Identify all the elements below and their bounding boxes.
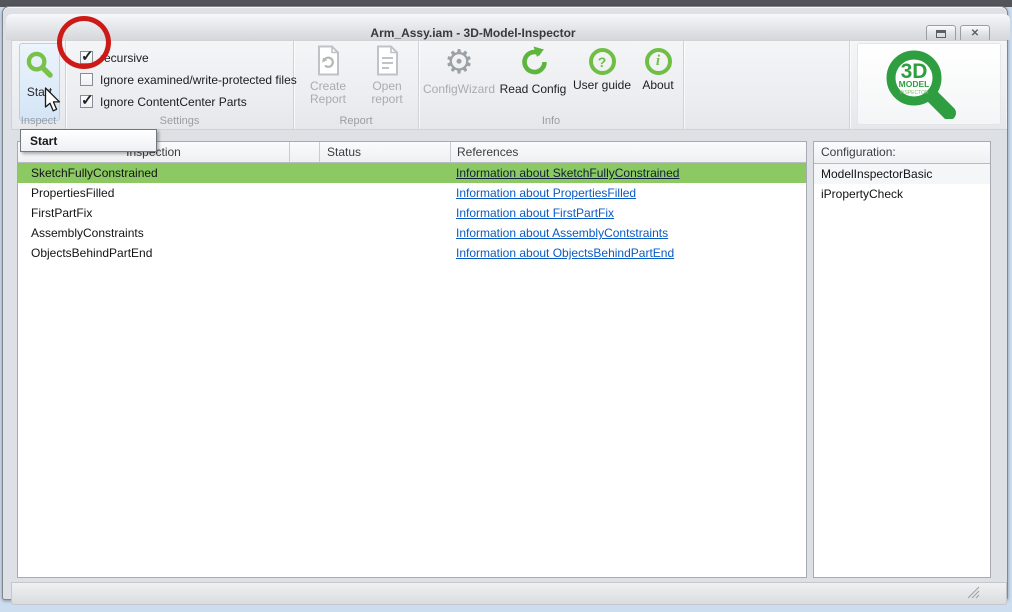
table-row[interactable]: FirstPartFix Information about FirstPart…: [18, 203, 806, 223]
row-reference-cell: Information about ObjectsBehindPartEnd: [450, 246, 806, 260]
checkbox-ignore-contentcenter[interactable]: ✓ Ignore ContentCenter Parts: [80, 92, 247, 109]
group-label-info: Info: [541, 115, 561, 127]
checkbox-box: ✓: [80, 73, 93, 86]
row-reference-cell: Information about FirstPartFix: [450, 206, 806, 220]
question-glyph: ?: [597, 53, 607, 70]
table-row[interactable]: PropertiesFilled Information about Prope…: [18, 183, 806, 203]
table-row[interactable]: ObjectsBehindPartEnd Information about O…: [18, 243, 806, 263]
screen: Arm_Assy.iam - 3D-Model-Inspector ✕ Star…: [0, 0, 1012, 612]
help-icon: ?: [588, 48, 616, 75]
restore-icon: [936, 29, 946, 38]
logo-text-model: MODEL: [899, 79, 930, 89]
info-icon: i: [644, 48, 672, 75]
list-item-configuration[interactable]: ModelInspectorBasic: [814, 164, 990, 184]
table-row[interactable]: AssemblyConstraints Information about As…: [18, 223, 806, 243]
open-report-label: Open report: [371, 79, 403, 106]
configwizard-label: ConfigWizard: [422, 82, 496, 96]
ribbon-group-report: Create Report Open report Report: [294, 41, 419, 129]
column-header-status[interactable]: Status: [319, 142, 450, 162]
column-header-references[interactable]: References: [450, 142, 806, 162]
about-button[interactable]: i About: [635, 45, 681, 92]
row-reference-cell: Information about SketchFullyConstrained: [450, 166, 806, 180]
status-bar: [11, 582, 1007, 605]
window-title: Arm_Assy.iam - 3D-Model-Inspector: [370, 26, 576, 40]
read-config-button[interactable]: Read Config: [498, 45, 568, 96]
magnifier-icon: [26, 51, 53, 78]
reference-link[interactable]: Information about PropertiesFilled: [456, 186, 636, 200]
user-guide-button[interactable]: ? User guide: [571, 45, 633, 92]
row-name: PropertiesFilled: [31, 186, 115, 200]
close-icon: ✕: [970, 28, 980, 39]
group-label-inspect: Inspect: [20, 115, 57, 127]
app-logo: 3D MODEL INSPECTOR: [858, 44, 1000, 124]
row-reference-cell: Information about AssemblyContstraints: [450, 226, 806, 240]
checkbox-label: Ignore ContentCenter Parts: [100, 94, 247, 109]
checkbox-label: Ignore examined/write-protected files: [100, 72, 297, 87]
create-report-icon: [317, 45, 339, 76]
info-glyph: i: [655, 53, 661, 69]
about-label: About: [642, 78, 674, 92]
annotation-circle: [57, 16, 111, 69]
create-report-label: Create Report: [309, 79, 347, 106]
ribbon-group-inspect: Start Inspect: [12, 41, 66, 129]
row-name: ObjectsBehindPartEnd: [31, 246, 153, 260]
app-window: Arm_Assy.iam - 3D-Model-Inspector ✕ Star…: [2, 6, 1010, 605]
configuration-panel: Configuration: ModelInspectorBasic iProp…: [813, 141, 991, 578]
row-name: SketchFullyConstrained: [31, 166, 158, 180]
checkbox-ignore-examined[interactable]: ✓ Ignore examined/write-protected files: [80, 72, 297, 87]
logo-magnifier-icon: 3D MODEL INSPECTOR: [886, 50, 956, 119]
row-name: FirstPartFix: [31, 206, 93, 220]
logo-text-inspector: INSPECTOR: [899, 90, 928, 96]
user-guide-label: User guide: [572, 78, 632, 92]
configuration-header: Configuration:: [814, 142, 990, 164]
tooltip-start: Start: [20, 129, 157, 152]
column-header-spacer[interactable]: [289, 142, 319, 162]
list-item-configuration[interactable]: iPropertyCheck: [814, 184, 990, 204]
reference-link[interactable]: Information about AssemblyContstraints: [456, 226, 668, 240]
ribbon-logo-area: 3D MODEL INSPECTOR: [850, 41, 1006, 129]
mouse-cursor: [44, 87, 61, 112]
create-report-button[interactable]: Create Report: [302, 45, 354, 106]
ribbon: Start Inspect ✓ recursive ✓ Ignore exami…: [11, 40, 1007, 130]
resize-grip[interactable]: [967, 586, 980, 599]
ribbon-group-info: ⚙ ConfigWizard Read Config ? User guide …: [419, 41, 684, 129]
open-report-button[interactable]: Open report: [356, 45, 418, 106]
ribbon-spacer: [684, 41, 850, 129]
group-label-settings: Settings: [159, 115, 200, 127]
configwizard-button[interactable]: ⚙ ConfigWizard: [423, 45, 495, 96]
title-bar[interactable]: Arm_Assy.iam - 3D-Model-Inspector ✕: [6, 14, 1010, 42]
open-report-icon: [376, 45, 398, 76]
row-name: AssemblyConstraints: [31, 226, 144, 240]
group-label-report: Report: [339, 115, 373, 127]
reference-link[interactable]: Information about FirstPartFix: [456, 206, 614, 220]
tooltip-text: Start: [30, 133, 58, 148]
reference-link[interactable]: Information about SketchFullyConstrained: [456, 166, 679, 180]
read-config-label: Read Config: [499, 82, 567, 96]
check-icon: ✓: [81, 92, 94, 109]
reference-link[interactable]: Information about ObjectsBehindPartEnd: [456, 246, 674, 260]
row-reference-cell: Information about PropertiesFilled: [450, 186, 806, 200]
table-row[interactable]: SketchFullyConstrained Information about…: [18, 163, 806, 183]
checkbox-box: ✓: [80, 92, 94, 109]
gear-icon: ⚙: [444, 43, 474, 80]
refresh-icon: [521, 46, 547, 75]
results-grid: Inspection Status References SketchFully…: [17, 141, 807, 578]
